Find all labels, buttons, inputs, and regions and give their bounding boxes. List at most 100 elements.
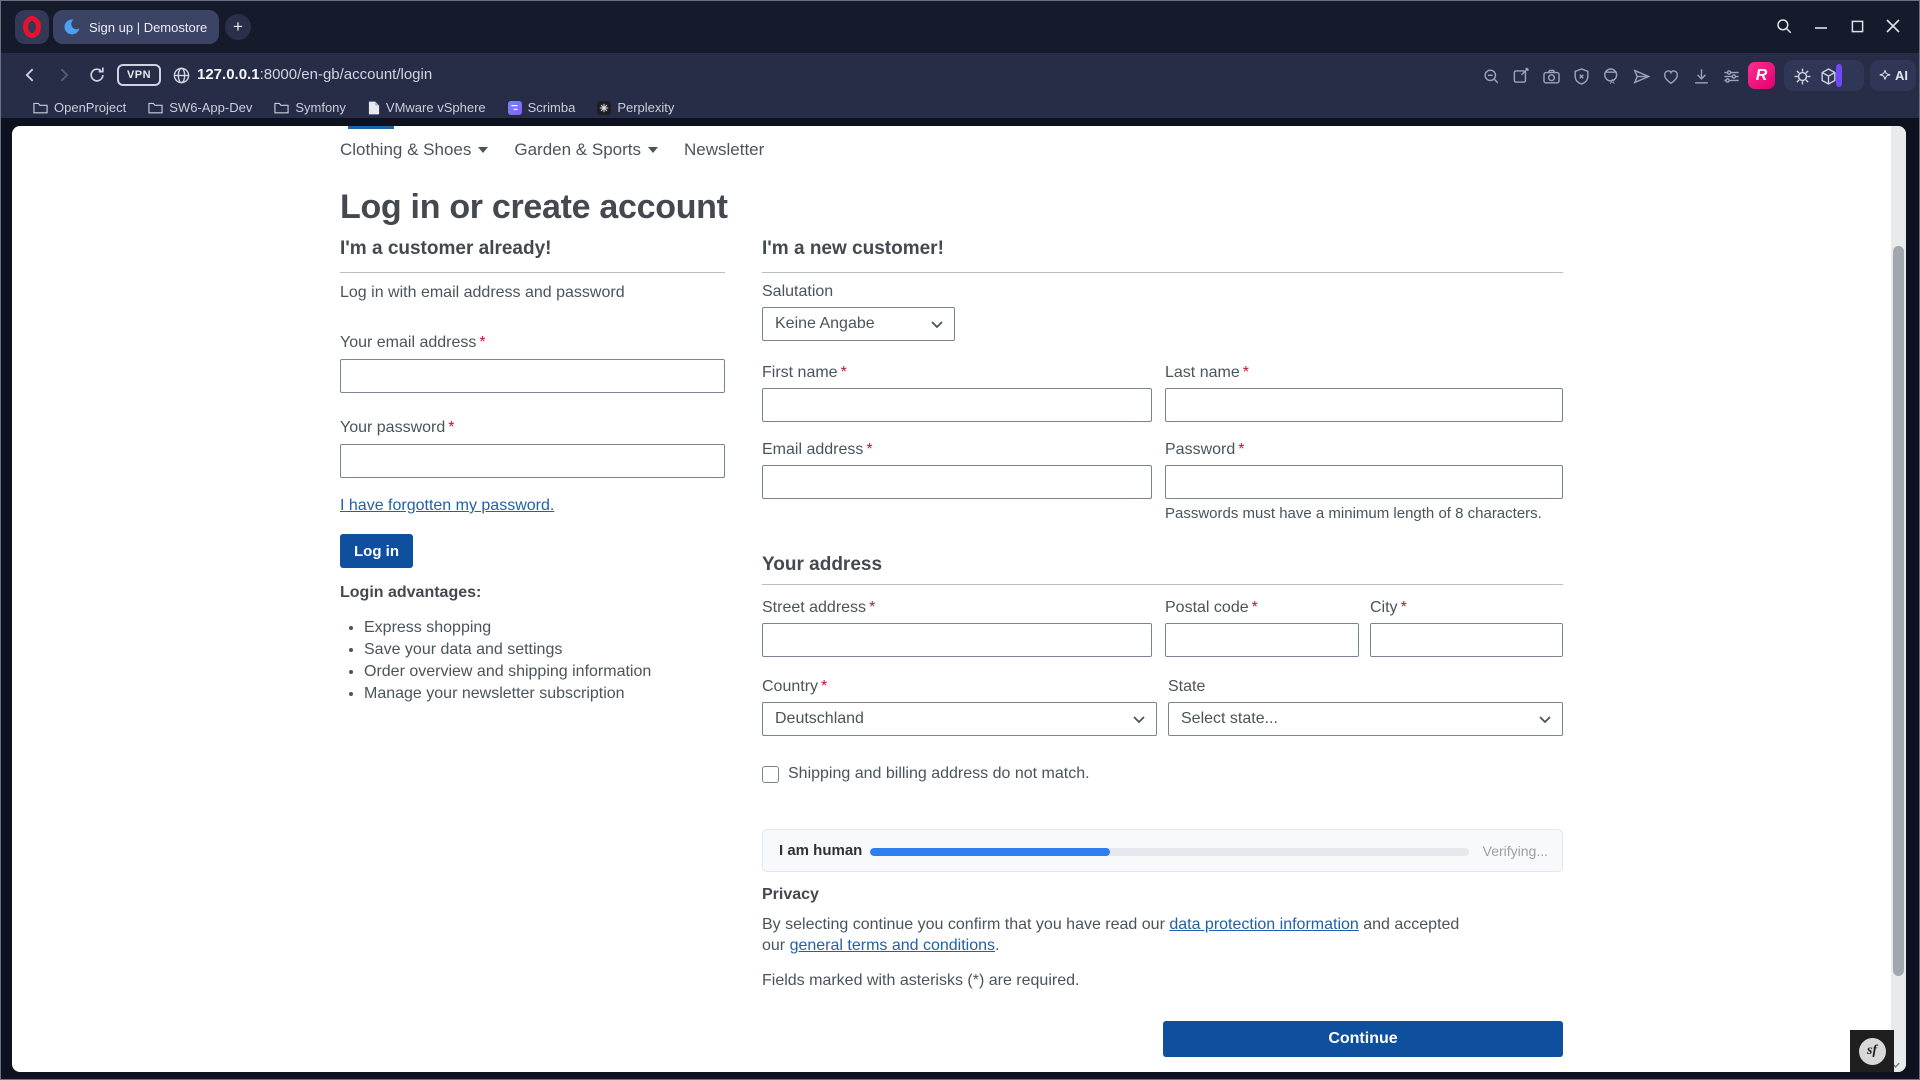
- privacy-paragraph: By selecting continue you confirm that y…: [762, 916, 1460, 954]
- city-label: City *: [1370, 599, 1407, 616]
- extensions-group: [1784, 60, 1864, 91]
- r-extension-icon[interactable]: R: [1748, 62, 1775, 89]
- vpn-badge[interactable]: VPN: [117, 64, 161, 86]
- city-input[interactable]: [1370, 623, 1563, 657]
- bookmark-openproject[interactable]: OpenProject: [33, 100, 126, 115]
- url-host: 127.0.0.1: [197, 66, 260, 83]
- captcha-widget[interactable]: I am human Verifying...: [762, 829, 1563, 872]
- login-heading: I'm a customer already!: [340, 238, 552, 259]
- page-content: Clothing & Shoes Garden & Sports Newslet…: [12, 126, 1906, 1072]
- required-asterisk: *: [1251, 599, 1258, 616]
- salutation-value: Keine Angabe: [775, 315, 875, 332]
- opera-menu-button[interactable]: [15, 10, 49, 44]
- profile-indicator[interactable]: [1836, 64, 1842, 87]
- url-bar[interactable]: 127.0.0.1:8000/en-gb/account/login: [197, 66, 432, 83]
- country-select[interactable]: Deutschland: [762, 702, 1157, 736]
- address-heading: Your address: [762, 554, 883, 575]
- bookmark-vmware-vsphere[interactable]: VMware vSphere: [368, 100, 486, 115]
- minimize-button[interactable]: [1806, 11, 1836, 41]
- advantages-list: Express shopping Save your data and sett…: [364, 620, 651, 708]
- aria-ai-button[interactable]: AI: [1870, 60, 1916, 91]
- terms-conditions-link[interactable]: general terms and conditions: [790, 937, 995, 954]
- data-protection-link[interactable]: data protection information: [1169, 916, 1358, 933]
- maximize-button[interactable]: [1842, 11, 1872, 41]
- billing-checkbox[interactable]: [762, 765, 779, 783]
- symfony-profiler-button[interactable]: sf: [1850, 1030, 1894, 1072]
- captcha-label: I am human: [779, 842, 863, 859]
- salutation-label: Salutation: [762, 283, 834, 300]
- required-asterisk: *: [1400, 599, 1407, 616]
- register-email-label: Email address *: [762, 441, 873, 458]
- forgot-password-link[interactable]: I have forgotten my password.: [340, 497, 554, 514]
- browser-window: Sign up | Demostore + VPN 127.0.0.1:8000…: [0, 0, 1920, 1080]
- perplexity-logo-icon: [597, 100, 612, 115]
- required-asterisk: *: [479, 334, 486, 351]
- first-name-input[interactable]: [762, 388, 1152, 422]
- new-tab-button[interactable]: +: [225, 14, 251, 40]
- download-icon[interactable]: [1689, 64, 1713, 88]
- search-tabs-button[interactable]: [1769, 11, 1799, 41]
- svg-text:A: A: [1609, 78, 1614, 86]
- chevron-down-icon: [931, 320, 943, 328]
- state-label: State: [1168, 678, 1206, 695]
- continue-button[interactable]: Continue: [1163, 1021, 1563, 1057]
- bookmark-label: Scrimba: [527, 100, 576, 115]
- chevron-down-icon: [1133, 715, 1145, 723]
- address-toolbar: VPN 127.0.0.1:8000/en-gb/account/login A: [1, 53, 1919, 97]
- country-label: Country *: [762, 678, 828, 695]
- required-note: Fields marked with asterisks (*) are req…: [762, 972, 1080, 989]
- reload-button[interactable]: [83, 61, 111, 89]
- login-email-input[interactable]: [340, 359, 725, 393]
- last-name-input[interactable]: [1165, 388, 1563, 422]
- register-password-input[interactable]: [1165, 465, 1563, 499]
- bookmark-sw6-app-dev[interactable]: SW6-App-Dev: [148, 100, 252, 115]
- login-submit-button[interactable]: Log in: [340, 534, 413, 568]
- extension-gear-icon[interactable]: [1790, 64, 1814, 88]
- close-button[interactable]: [1878, 11, 1908, 41]
- login-password-input[interactable]: [340, 444, 725, 478]
- captcha-status: Verifying...: [1482, 843, 1548, 859]
- forward-button[interactable]: [49, 61, 77, 89]
- advantage-item: Express shopping: [364, 620, 651, 636]
- back-button[interactable]: [17, 61, 45, 89]
- snapshot-icon[interactable]: [1509, 64, 1533, 88]
- zoom-out-icon[interactable]: [1479, 64, 1503, 88]
- folder-icon: [33, 102, 48, 114]
- postal-label: Postal code *: [1165, 599, 1258, 616]
- window-frame: [1, 1072, 1919, 1079]
- scrollbar-thumb[interactable]: [1893, 246, 1904, 976]
- tab-favicon-icon: [63, 18, 81, 36]
- site-globe-icon[interactable]: [167, 61, 195, 89]
- bookmark-label: VMware vSphere: [385, 100, 486, 115]
- bookmark-perplexity[interactable]: Perplexity: [597, 100, 674, 115]
- opera-logo-icon: [23, 16, 41, 38]
- bookmark-symfony[interactable]: Symfony: [274, 100, 346, 115]
- chevron-down-icon: [1539, 715, 1551, 723]
- required-asterisk: *: [1238, 441, 1245, 458]
- password-hint: Passwords must have a minimum length of …: [1165, 505, 1542, 522]
- send-to-device-icon[interactable]: [1629, 64, 1653, 88]
- advantage-item: Save your data and settings: [364, 642, 651, 658]
- postal-input[interactable]: [1165, 623, 1359, 657]
- state-select[interactable]: Select state...: [1168, 702, 1563, 736]
- bookmark-heart-icon[interactable]: [1659, 64, 1683, 88]
- tune-settings-icon[interactable]: [1719, 64, 1743, 88]
- symfony-logo-icon: sf: [1858, 1037, 1886, 1065]
- shield-block-icon[interactable]: [1569, 64, 1593, 88]
- street-input[interactable]: [762, 623, 1152, 657]
- advantage-item: Order overview and shipping information: [364, 664, 651, 680]
- salutation-select[interactable]: Keine Angabe: [762, 307, 955, 341]
- camera-icon[interactable]: [1539, 64, 1563, 88]
- divider: [762, 272, 1563, 273]
- file-icon: [368, 101, 380, 114]
- register-email-input[interactable]: [762, 465, 1152, 499]
- password-label: Your password *: [340, 419, 455, 436]
- required-asterisk: *: [866, 441, 873, 458]
- register-heading: I'm a new customer!: [762, 238, 944, 259]
- required-asterisk: *: [869, 599, 876, 616]
- bookmark-scrimba[interactable]: Scrimba: [507, 100, 576, 115]
- translate-icon[interactable]: A: [1599, 64, 1623, 88]
- browser-tab[interactable]: Sign up | Demostore: [53, 10, 219, 44]
- register-column: I'm a new customer! Salutation Keine Ang…: [762, 126, 1563, 1072]
- register-password-label: Password *: [1165, 441, 1245, 458]
